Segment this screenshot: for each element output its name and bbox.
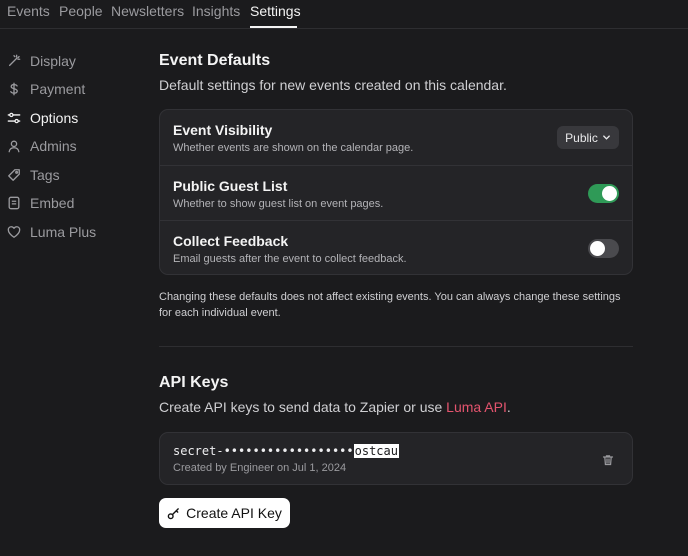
sidebar-item-label: Tags <box>30 167 60 183</box>
api-key-card: secret-••••••••••••••••••ostcau Created … <box>159 432 633 485</box>
setting-row-public-guest-list: Public Guest List Whether to show guest … <box>160 165 632 220</box>
heart-icon <box>7 225 21 239</box>
sidebar-item-admins[interactable]: Admins <box>0 134 77 158</box>
toggle-knob <box>590 241 605 256</box>
sidebar-item-label: Display <box>30 53 76 69</box>
toggle-knob <box>602 186 617 201</box>
embed-icon <box>7 196 21 210</box>
event-defaults-card: Event Visibility Whether events are show… <box>159 109 633 275</box>
event-defaults-title: Event Defaults <box>159 52 271 69</box>
create-api-key-button[interactable]: Create API Key <box>159 498 290 528</box>
visibility-value: Public <box>565 130 598 145</box>
sidebar-item-label: Payment <box>30 81 86 97</box>
delete-key-button[interactable] <box>602 453 614 466</box>
tab-insights[interactable]: Insights <box>192 3 240 19</box>
sidebar-item-payment[interactable]: Payment <box>0 77 85 101</box>
key-masked: •••••••••••••••••• <box>223 444 354 458</box>
top-nav: Events People Newsletters Insights Setti… <box>0 0 688 29</box>
setting-title: Public Guest List <box>173 178 288 194</box>
tab-newsletters[interactable]: Newsletters <box>111 3 184 19</box>
trash-icon <box>602 455 614 466</box>
sidebar-item-embed[interactable]: Embed <box>0 191 74 215</box>
setting-title: Event Visibility <box>173 122 273 138</box>
setting-description: Whether events are shown on the calendar… <box>173 142 414 154</box>
sidebar-item-label: Options <box>30 110 79 126</box>
visibility-dropdown[interactable]: Public <box>557 126 619 149</box>
sidebar-item-luma-plus[interactable]: Luma Plus <box>0 220 96 244</box>
sidebar-item-options[interactable]: Options <box>0 106 78 130</box>
api-key-meta: Created by Engineer on Jul 1, 2024 <box>173 462 347 474</box>
setting-description: Email guests after the event to collect … <box>173 253 407 265</box>
subtitle-suffix: . <box>506 399 511 415</box>
key-redacted: ostcau <box>353 444 399 458</box>
user-icon <box>7 139 21 153</box>
tab-settings[interactable]: Settings <box>250 3 301 19</box>
dollar-icon <box>7 82 21 96</box>
sidebar-item-label: Luma Plus <box>30 224 97 240</box>
setting-description: Whether to show guest list on event page… <box>173 198 384 210</box>
sidebar-item-label: Admins <box>30 138 77 154</box>
luma-api-link[interactable]: Luma API <box>446 399 507 415</box>
setting-row-collect-feedback: Collect Feedback Email guests after the … <box>160 220 632 275</box>
tab-people[interactable]: People <box>59 3 103 19</box>
tag-icon <box>7 168 21 182</box>
subtitle-text: Create API keys to send data to Zapier o… <box>159 399 447 415</box>
sidebar-item-display[interactable]: Display <box>0 49 76 73</box>
wand-icon <box>7 54 21 68</box>
event-defaults-subtitle: Default settings for new events created … <box>159 77 507 93</box>
sidebar-item-tags[interactable]: Tags <box>0 163 60 187</box>
sidebar-item-label: Embed <box>30 195 75 211</box>
sliders-icon <box>7 111 21 125</box>
key-icon <box>167 507 179 519</box>
public-guest-list-toggle[interactable] <box>588 184 619 203</box>
setting-row-event-visibility: Event Visibility Whether events are show… <box>160 110 632 165</box>
tab-events[interactable]: Events <box>7 3 50 19</box>
collect-feedback-toggle[interactable] <box>588 239 619 258</box>
defaults-note: Changing these defaults does not affect … <box>159 291 621 319</box>
active-tab-indicator <box>250 26 297 28</box>
setting-title: Collect Feedback <box>173 233 289 249</box>
api-keys-subtitle: Create API keys to send data to Zapier o… <box>159 399 511 415</box>
api-keys-title: API Keys <box>159 374 229 391</box>
key-prefix: secret- <box>173 444 224 458</box>
create-api-key-label: Create API Key <box>186 505 282 521</box>
api-key-secret: secret-••••••••••••••••••ostcau <box>173 444 399 458</box>
section-divider <box>159 346 633 347</box>
chevron-down-icon <box>602 135 610 140</box>
